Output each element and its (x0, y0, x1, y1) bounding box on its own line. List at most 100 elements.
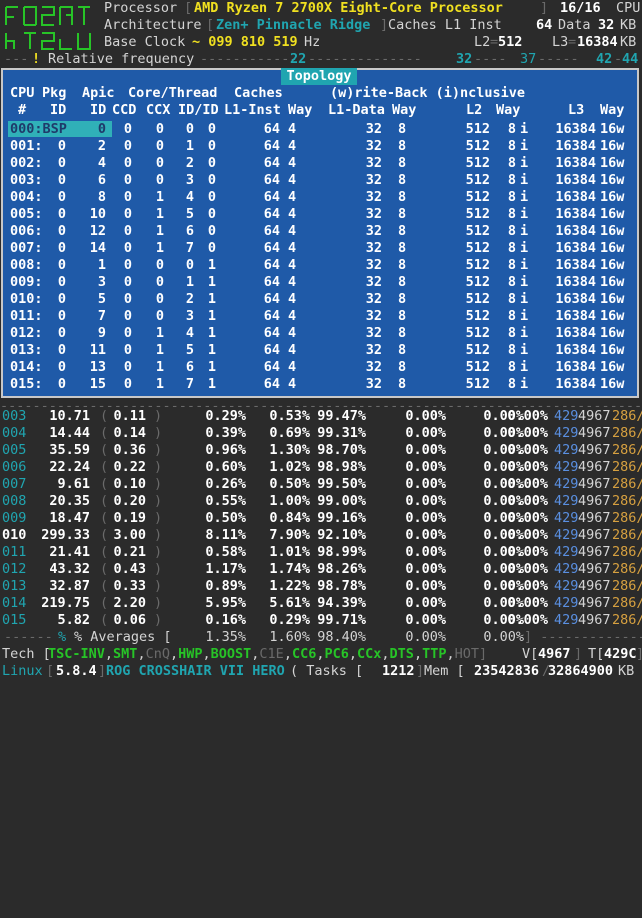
topology-cell-l1dw: 8 (398, 274, 407, 290)
topology-cell-l1d: 32 (365, 291, 382, 307)
topology-cell-thread: 0 (207, 206, 216, 222)
topology-cell-core: 3 (185, 308, 194, 324)
topology-cell-l1dw: 8 (398, 308, 407, 324)
cpu-stat-c3: 99.71% (317, 612, 366, 628)
topology-title[interactable]: Topology (281, 68, 357, 85)
kernel-version: 5.8.4 (56, 663, 97, 679)
cpu-stat-tail-a: 429 (554, 612, 579, 628)
v-label: V[ (522, 646, 539, 662)
topology-cell-l1dw: 8 (398, 240, 407, 256)
cpu-stats-row: 014 219.75 2.20 5.95% 5.61% 94.39% 0.00% 0.00% 0… (0, 595, 642, 612)
avg-c6: 0.00% (405, 629, 446, 645)
cpu-stat-tail-a: 429 (554, 459, 579, 475)
topology-row[interactable]: 001: 0 2 0 0 1 0 64 4 32 8 512 8 i 16384 16w (0, 138, 642, 155)
topology-cell-thread: 0 (207, 138, 216, 154)
topology-cell-l1dw: 8 (398, 376, 407, 392)
cpu-stat-tail-a: 429 (554, 476, 579, 492)
topology-cell-cpu: 015: (10, 376, 43, 392)
cpu-stat-c3: 92.10% (317, 527, 366, 543)
cpu-stat-c0: 0.60% (205, 459, 246, 475)
cpu-stat-tail-a: 429 (554, 578, 579, 594)
topology-row[interactable]: 012: 0 9 0 1 4 1 64 4 32 8 512 8 i 16384 16w (0, 325, 642, 342)
cpu-stat-c0: 8.11% (205, 527, 246, 543)
topology-cell-ccd: 0 (123, 342, 132, 358)
cpu-stat-c3: 99.50% (317, 476, 366, 492)
topology-row[interactable]: 006: 0 12 0 1 6 0 64 4 32 8 512 8 i 16384 16w (0, 223, 642, 240)
topology-row[interactable]: 004: 0 8 0 1 4 0 64 4 32 8 512 8 i 16384 16w (0, 189, 642, 206)
cpu-stat-c6: 0.00% (405, 561, 446, 577)
topology-cell-l1d: 32 (365, 325, 382, 341)
mem-unit: KB (618, 663, 635, 679)
topology-row[interactable]: 003: 0 6 0 0 3 0 64 4 32 8 512 8 i 16384 16w (0, 172, 642, 189)
topology-cell-cpu: 004: (10, 189, 43, 205)
l3-value: 16384 (577, 34, 618, 50)
topology-row[interactable]: 014: 0 13 0 1 6 1 64 4 32 8 512 8 i 16384 16w (0, 359, 642, 376)
topology-cell-l1dw: 8 (398, 206, 407, 222)
cpu-stats-row: 008 20.35 0.20 0.55% 1.00% 99.00% 0.00% 0.00% 0.… (0, 493, 642, 510)
topology-cell-l3w: 16w (600, 291, 625, 307)
topology-cell-l3: 16384 (555, 206, 596, 222)
topology-row[interactable]: 002: 0 4 0 0 2 0 64 4 32 8 512 8 i 16384 16w (0, 155, 642, 172)
cpu-stat-tail-a: 429 (554, 510, 579, 526)
cpu-stats-row: 009 18.47 0.19 0.50% 0.84% 99.16% 0.00% 0.00% 0.… (0, 510, 642, 527)
base-clock-row: Base Clock ~ 099 810 519 Hz L2 = 512 L3 … (104, 34, 637, 50)
cpu-stat-tail-c: 286/ (612, 527, 642, 543)
topology-cell-ccd: 0 (123, 359, 132, 375)
avg-c0: 1.35% (205, 629, 246, 645)
cpu-stat-c3: 99.31% (317, 425, 366, 441)
t-value: 429C (604, 646, 637, 662)
topology-cell-ccd: 0 (123, 240, 132, 256)
rel-freq-tick-4: 42 (596, 51, 613, 67)
topology-cell-l1i: 64 (263, 308, 280, 324)
topology-row[interactable]: 015: 0 15 0 1 7 1 64 4 32 8 512 8 i 16384 16w (0, 376, 642, 393)
topology-cell-l2w: 8 (507, 172, 516, 188)
topology-cell-apic: 14 (89, 240, 106, 256)
topology-row[interactable]: 008: 0 1 0 0 0 1 64 4 32 8 512 8 i 16384 16w (0, 257, 642, 274)
base-clock-label: Base Clock (104, 34, 186, 50)
cpu-stat-c0: 5.95% (205, 595, 246, 611)
kb-unit: KB (620, 17, 637, 33)
topology-cell-l2: 512 (465, 359, 490, 375)
topology-cell-ccd: 0 (123, 376, 132, 392)
topology-cell-l1i: 64 (263, 376, 280, 392)
topology-cell-pkg: 0 (57, 240, 66, 256)
topology-cell-core: 5 (185, 206, 194, 222)
topology-row[interactable]: 009: 0 3 0 0 1 1 64 4 32 8 512 8 i 16384 16w (0, 274, 642, 291)
mem-total: 32864900 (548, 663, 614, 679)
topology-cell-l1iw: 4 (288, 308, 297, 324)
topology-row[interactable]: 007: 0 14 0 1 7 0 64 4 32 8 512 8 i 16384 16w (0, 240, 642, 257)
rel-freq-tick-1: 22 (290, 51, 307, 67)
topology-row[interactable]: 010: 0 5 0 0 2 1 64 4 32 8 512 8 i 16384 16w (0, 291, 642, 308)
topology-cell-apic: 12 (89, 223, 106, 239)
topology-cell-l1iw: 4 (288, 274, 297, 290)
topology-row[interactable]: 013: 0 11 0 1 5 1 64 4 32 8 512 8 i 16384 16w (0, 342, 642, 359)
cpu-stats-row: 006 22.24 0.22 0.60% 1.02% 98.98% 0.00% 0.00% 0.… (0, 459, 642, 476)
topology-cell-cpu: 008: (10, 257, 43, 273)
topology-row[interactable]: 000:BSP 0 0 0 0 0 64 4 32 8 512 8 i 16384 16w (0, 121, 642, 138)
cpu-stat-c8: 0.00% (507, 595, 548, 611)
rel-freq-label: Relative frequency (48, 51, 195, 67)
topology-row[interactable]: 005: 0 10 0 1 5 0 64 4 32 8 512 8 i 16384 16w (0, 206, 642, 223)
topology-row[interactable]: 011: 0 7 0 0 3 1 64 4 32 8 512 8 i 16384 16w (0, 308, 642, 325)
topology-cell-cpu: 002: (10, 155, 43, 171)
topology-cell-core: 0 (185, 257, 194, 273)
cpu-stats-row: 012 43.32 0.43 1.17% 1.74% 98.26% 0.00% 0.00% 0.… (0, 561, 642, 578)
cpu-stats-row: 010 299.33 3.00 8.11% 7.90% 92.10% 0.00% 0.00% 0… (0, 527, 642, 544)
topology-cell-incl: i (520, 257, 529, 273)
cpu-stat-tail-c: 286/ (612, 408, 642, 424)
topology-cell-pkg: 0 (57, 376, 66, 392)
cpu-stat-freq: 22.24 (49, 459, 90, 475)
cpu-stat-tail-a: 429 (554, 408, 579, 424)
tech-flags: TSC-INV,SMT,CnQ,HWP,BOOST,C1E,CC6,PC6,CC… (48, 646, 488, 662)
topology-cell-l1d: 32 (365, 189, 382, 205)
topology-cell-ccd: 0 (123, 325, 132, 341)
topology-cell-l3: 16384 (555, 189, 596, 205)
topology-cell-ccx: 0 (155, 121, 164, 137)
cpu-stat-c6: 0.00% (405, 408, 446, 424)
topology-cell-l2: 512 (465, 325, 490, 341)
tech-flag-hwp: HWP (178, 646, 203, 662)
topology-cell-apic: 11 (89, 342, 106, 358)
topology-cell-l3w: 16w (600, 359, 625, 375)
cpu-stat-freq: 9.61 (57, 476, 90, 492)
cpu-stats-row: 004 14.44 0.14 0.39% 0.69% 99.31% 0.00% 0.00% 0.… (0, 425, 642, 442)
